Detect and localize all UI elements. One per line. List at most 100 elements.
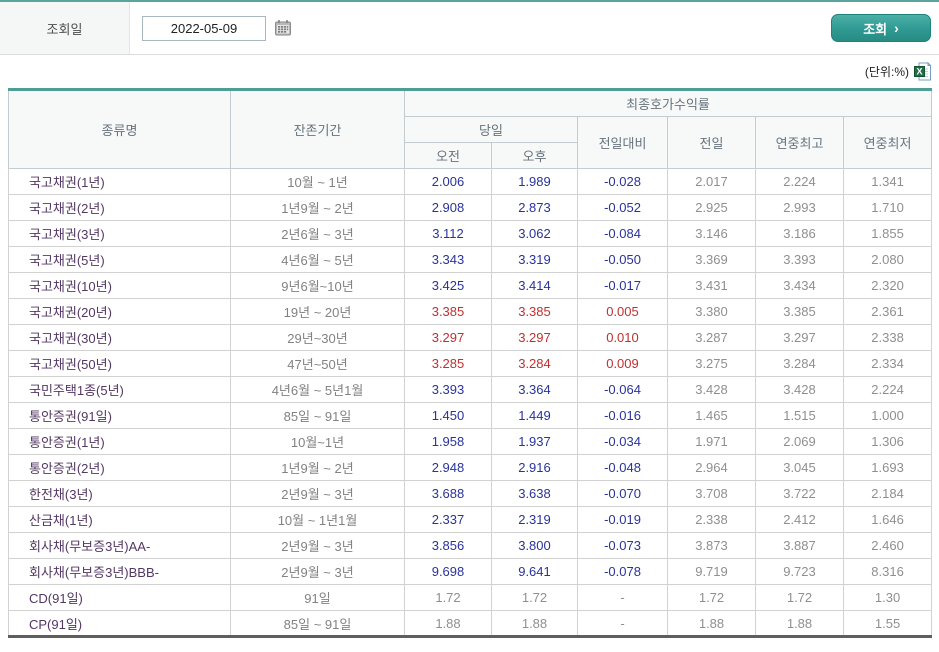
- cell-year-high: 3.393: [755, 246, 844, 273]
- table-row: 산금채(1년) 10월 ~ 1년1월 2.337 2.319 -0.019 2.338 2.…: [8, 506, 933, 533]
- cell-change: -0.078: [577, 558, 668, 585]
- search-button[interactable]: 조회 ›: [831, 14, 931, 42]
- cell-period: 4년6월 ~ 5년: [230, 246, 405, 273]
- cell-year-low: 2.361: [842, 298, 933, 325]
- cell-pm: 3.385: [491, 298, 578, 325]
- cell-year-high: 3.722: [755, 480, 844, 507]
- cell-period: 2년9월 ~ 3년: [230, 532, 405, 559]
- cell-change: -0.048: [577, 454, 668, 481]
- cell-prev: 2.964: [667, 454, 756, 481]
- cell-pm: 3.284: [491, 350, 578, 377]
- cell-year-high: 3.045: [755, 454, 844, 481]
- yield-table: 종류명 잔존기간 최종호가수익률 당일 전일대비 전일 연중최고 연중최저 오전…: [8, 88, 933, 638]
- cell-am: 1.72: [404, 584, 492, 611]
- cell-year-low: 2.184: [842, 480, 933, 507]
- header-group-final-yield: 최종호가수익률: [403, 89, 933, 117]
- cell-period: 85일 ~ 91일: [230, 402, 405, 429]
- table-row: 국고채권(2년) 1년9월 ~ 2년 2.908 2.873 -0.052 2.925 2.…: [8, 194, 933, 221]
- cell-year-high: 2.993: [755, 194, 844, 221]
- unit-row: (단위:%) X: [0, 55, 939, 88]
- cell-pm: 3.414: [491, 272, 578, 299]
- cell-am: 3.393: [404, 376, 492, 403]
- calendar-button[interactable]: [274, 19, 292, 37]
- cell-name: 국고채권(10년): [8, 272, 231, 299]
- cell-am: 1.958: [404, 428, 492, 455]
- query-bar: 조회일 조회 ›: [0, 0, 939, 55]
- cell-am: 3.688: [404, 480, 492, 507]
- cell-name: 통안증권(1년): [8, 428, 231, 455]
- cell-pm: 2.916: [491, 454, 578, 481]
- cell-am: 9.698: [404, 558, 492, 585]
- cell-pm: 1.989: [491, 168, 578, 195]
- cell-am: 2.337: [404, 506, 492, 533]
- query-date-label: 조회일: [46, 21, 83, 37]
- table-row: 국고채권(1년) 10월 ~ 1년 2.006 1.989 -0.028 2.017 2.2…: [8, 168, 933, 195]
- cell-year-high: 3.385: [755, 298, 844, 325]
- table-row: 한전채(3년) 2년9월 ~ 3년 3.688 3.638 -0.070 3.708 3.7…: [8, 480, 933, 507]
- table-row: 국고채권(30년) 29년~30년 3.297 3.297 0.010 3.287 3.29…: [8, 324, 933, 351]
- header-prev-day: 전일: [667, 116, 756, 169]
- cell-prev: 2.017: [667, 168, 756, 195]
- cell-period: 9년6월~10년: [230, 272, 405, 299]
- cell-year-low: 2.338: [842, 324, 933, 351]
- cell-year-low: 2.224: [842, 376, 933, 403]
- cell-period: 10월 ~ 1년1월: [230, 506, 405, 533]
- header-change: 전일대비: [577, 116, 668, 169]
- cell-pm: 3.364: [491, 376, 578, 403]
- cell-name: 국고채권(1년): [8, 168, 231, 195]
- cell-period: 2년6월 ~ 3년: [230, 220, 405, 247]
- cell-pm: 2.319: [491, 506, 578, 533]
- table-row: CP(91일) 85일 ~ 91일 1.88 1.88-1.88 1.88 1.55: [8, 610, 933, 637]
- table-body: 국고채권(1년) 10월 ~ 1년 2.006 1.989 -0.028 2.017 2.2…: [8, 168, 933, 637]
- cell-am: 2.006: [404, 168, 492, 195]
- cell-change: -0.052: [577, 194, 668, 221]
- cell-year-low: 1.55: [842, 610, 933, 637]
- cell-period: 91일: [230, 584, 405, 611]
- cell-prev: 1.971: [667, 428, 756, 455]
- cell-pm: 1.72: [491, 584, 578, 611]
- cell-pm: 3.800: [491, 532, 578, 559]
- cell-period: 2년9월 ~ 3년: [230, 558, 405, 585]
- cell-change: -0.073: [577, 532, 668, 559]
- cell-year-high: 3.186: [755, 220, 844, 247]
- date-input[interactable]: [142, 15, 266, 41]
- cell-period: 85일 ~ 91일: [230, 610, 405, 637]
- cell-pm: 3.638: [491, 480, 578, 507]
- cell-name: 국고채권(50년): [8, 350, 231, 377]
- cell-prev: 1.465: [667, 402, 756, 429]
- cell-am: 3.425: [404, 272, 492, 299]
- cell-change: -0.070: [577, 480, 668, 507]
- cell-am: 3.285: [404, 350, 492, 377]
- cell-pm: 2.873: [491, 194, 578, 221]
- cell-year-high: 1.88: [755, 610, 844, 637]
- cell-prev: 3.428: [667, 376, 756, 403]
- cell-change: -0.017: [577, 272, 668, 299]
- cell-pm: 3.062: [491, 220, 578, 247]
- cell-prev: 3.146: [667, 220, 756, 247]
- query-date-label-cell: 조회일: [0, 2, 130, 54]
- cell-year-low: 1.000: [842, 402, 933, 429]
- cell-year-low: 1.646: [842, 506, 933, 533]
- cell-change: -: [577, 610, 668, 637]
- cell-am: 3.385: [404, 298, 492, 325]
- cell-change: -0.028: [577, 168, 668, 195]
- cell-year-high: 2.069: [755, 428, 844, 455]
- table-row: 통안증권(2년) 1년9월 ~ 2년 2.948 2.916 -0.048 2.964 3.…: [8, 454, 933, 481]
- cell-change: 0.010: [577, 324, 668, 351]
- excel-export-icon[interactable]: X: [914, 61, 932, 81]
- cell-name: 회사채(무보증3년)BBB-: [8, 558, 231, 585]
- cell-period: 4년6월 ~ 5년1월: [230, 376, 405, 403]
- cell-year-low: 2.334: [842, 350, 933, 377]
- svg-text:X: X: [916, 67, 922, 77]
- table-row: 회사채(무보증3년)AA- 2년9월 ~ 3년 3.856 3.800 -0.073 3.…: [8, 532, 933, 559]
- header-year-high: 연중최고: [755, 116, 844, 169]
- table-row: 국고채권(5년) 4년6월 ~ 5년 3.343 3.319 -0.050 3.369 3.…: [8, 246, 933, 273]
- cell-year-high: 1.72: [755, 584, 844, 611]
- cell-name: 국고채권(2년): [8, 194, 231, 221]
- cell-pm: 3.319: [491, 246, 578, 273]
- cell-am: 3.856: [404, 532, 492, 559]
- cell-name: 국고채권(3년): [8, 220, 231, 247]
- cell-prev: 1.88: [667, 610, 756, 637]
- cell-prev: 2.338: [667, 506, 756, 533]
- cell-name: 국고채권(30년): [8, 324, 231, 351]
